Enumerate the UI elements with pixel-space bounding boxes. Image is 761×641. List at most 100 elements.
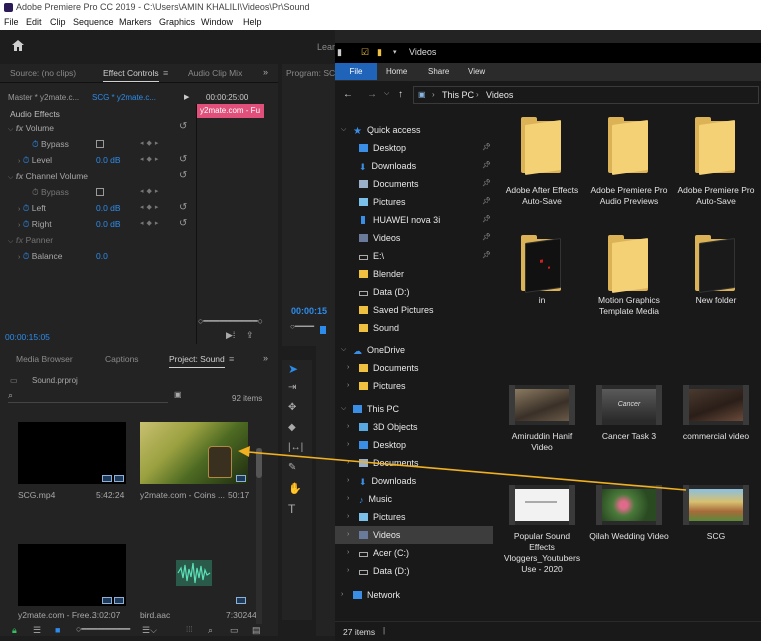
nav-onedrive[interactable]: ☁ OneDrive [353,341,405,359]
icon-view-icon[interactable]: ■ [55,625,60,635]
nav-item-downloads[interactable]: ⬇ Downloads 📌︎ [359,157,495,175]
nav-3d-objects[interactable]: 3D Objects [359,418,418,436]
sort-icon[interactable]: ☰⌵ [142,625,157,636]
workspace-label[interactable]: Lear [317,42,335,52]
zoom-handle-icon[interactable]: ○━━━━━━━━━━○ [198,316,263,327]
tab-effect-controls[interactable]: Effect Controls [103,64,159,82]
clip-thumbnail[interactable] [18,544,126,606]
tab-media-browser[interactable]: Media Browser [16,350,73,368]
volume-row[interactable]: ⌵ fx Volume [8,120,54,136]
tab-project-sound[interactable]: Project: Sound [169,350,225,368]
video-thumbnail[interactable]: Cancer [596,385,662,425]
new-item-icon[interactable]: ▤ [252,625,261,636]
pen-tool-icon[interactable]: ✎ [288,462,296,473]
nav-item-blender[interactable]: Blender [359,265,404,283]
menu-help[interactable]: Help [243,15,262,30]
breadcrumb-videos[interactable]: Videos [486,90,513,100]
ribbon-tab-home[interactable]: Home [386,63,407,80]
zoom-slider[interactable]: ○━━━━━━━━━ [76,624,130,635]
level-value[interactable]: 0.0 dB [96,152,121,168]
menu-sequence[interactable]: Sequence [73,15,114,30]
bypass-checkbox-2[interactable] [96,188,104,196]
filter-icon[interactable]: ▶⁞ [226,330,235,341]
clip-thumbnail-coins[interactable] [140,422,248,484]
sequence-clip-select[interactable]: SCG * y2mate.c... [92,93,156,102]
clip-thumbnail-audio[interactable] [140,544,248,606]
tab-captions[interactable]: Captions [105,350,139,368]
ripple-edit-icon[interactable]: ✥ [288,402,296,413]
folder-icon[interactable] [517,235,565,293]
ribbon-tab-view[interactable]: View [468,63,485,80]
video-thumbnail[interactable] [596,485,662,525]
nav-this-pc[interactable]: This PC [353,400,399,418]
search-field[interactable]: ⌕ [8,390,168,403]
right-value[interactable]: 0.0 dB [96,216,121,232]
menu-graphics[interactable]: Graphics [159,15,195,30]
folder-icon[interactable] [517,117,565,175]
selection-tool-icon[interactable]: ➤ [288,362,298,376]
nav-item-documents[interactable]: Documents 📌︎ [359,175,495,193]
nav-item-data-d[interactable]: Data (D:) [359,283,410,301]
recent-dropdown-icon[interactable]: ⌵ [384,90,389,98]
bypass-checkbox[interactable] [96,140,104,148]
up-arrow-icon[interactable]: ↑ [398,89,403,100]
menu-file[interactable]: File [4,15,19,30]
new-folder-icon[interactable]: ▮ [377,47,382,58]
nav-onedrive-documents[interactable]: Documents [359,359,419,377]
menu-markers[interactable]: Markers [119,15,152,30]
video-thumbnail-scg[interactable] [683,485,749,525]
automate-icon[interactable]: ⁞⁞⁞ [186,625,193,634]
nav-pc-downloads[interactable]: ⬇ Downloads [359,472,416,490]
panner-row[interactable]: ⌵ fx Panner [8,232,53,248]
nav-item-phone[interactable]: HUAWEI nova 3i 📌︎ [359,211,495,229]
back-arrow-icon[interactable]: ← [343,89,353,100]
address-bar[interactable]: ▣ › This PC › Videos [413,86,759,104]
folder-icon[interactable] [691,117,739,175]
panel-menu-icon[interactable]: ≡ [163,68,168,78]
overflow-icon[interactable]: » [263,353,268,363]
channel-volume-row[interactable]: ⌵ fx Channel Volume ↺ [8,168,187,184]
video-thumbnail[interactable] [509,385,575,425]
lock-icon[interactable]: 🔒︎ [12,625,17,636]
export-icon[interactable]: ⇪ [246,330,254,341]
video-thumbnail[interactable] [683,385,749,425]
tab-source[interactable]: Source: (no clips) [10,64,76,82]
folder-icon[interactable] [604,117,652,175]
reset-icon[interactable]: ↺ [179,121,187,132]
video-thumbnail[interactable] [509,485,575,525]
playhead-slider[interactable]: ○━━━━ [290,322,314,331]
nav-pc-desktop[interactable]: Desktop [359,436,406,454]
menu-edit[interactable]: Edit [26,15,42,30]
nav-item-pictures[interactable]: Pictures 📌︎ [359,193,495,211]
nav-pc-videos[interactable]: Videos [359,526,400,544]
overflow-icon[interactable]: » [263,67,268,77]
forward-arrow-icon[interactable]: → [367,89,377,100]
new-bin-icon[interactable]: ▣ [174,390,182,399]
nav-onedrive-pictures[interactable]: Pictures [359,377,406,395]
list-view-icon[interactable]: ☰ [33,625,41,636]
play-icon[interactable]: ▶ [184,93,189,101]
reset-icon[interactable]: ↺ [179,152,187,168]
ribbon-tab-share[interactable]: Share [428,63,449,80]
folder-icon[interactable] [691,235,739,293]
nav-pc-pictures[interactable]: Pictures [359,508,406,526]
reset-icon[interactable]: ↺ [179,216,187,232]
tab-program[interactable]: Program: SC [286,64,335,82]
nav-network[interactable]: Network [353,586,400,604]
clip-bar[interactable]: y2mate.com - Fu [196,104,264,118]
nav-item-saved-pictures[interactable]: Saved Pictures [359,301,434,319]
menu-window[interactable]: Window [201,15,233,30]
nav-item-sound[interactable]: Sound [359,319,399,337]
tab-audio-clip-mixer[interactable]: Audio Clip Mix [188,64,242,82]
ribbon-tab-file[interactable]: File [335,63,377,80]
razor-icon[interactable]: ◆ [288,422,296,433]
qat-dropdown-icon[interactable]: ▾ [393,48,397,56]
folder-icon[interactable] [604,235,652,293]
nav-acer-c[interactable]: Acer (C:) [359,544,409,562]
scrollbar[interactable] [256,448,262,624]
nav-item-videos[interactable]: Videos 📌︎ [359,229,495,247]
reset-icon[interactable]: ↺ [179,168,187,184]
playhead-marker[interactable] [320,326,326,334]
home-icon[interactable] [12,40,24,51]
menu-clip[interactable]: Clip [50,15,66,30]
